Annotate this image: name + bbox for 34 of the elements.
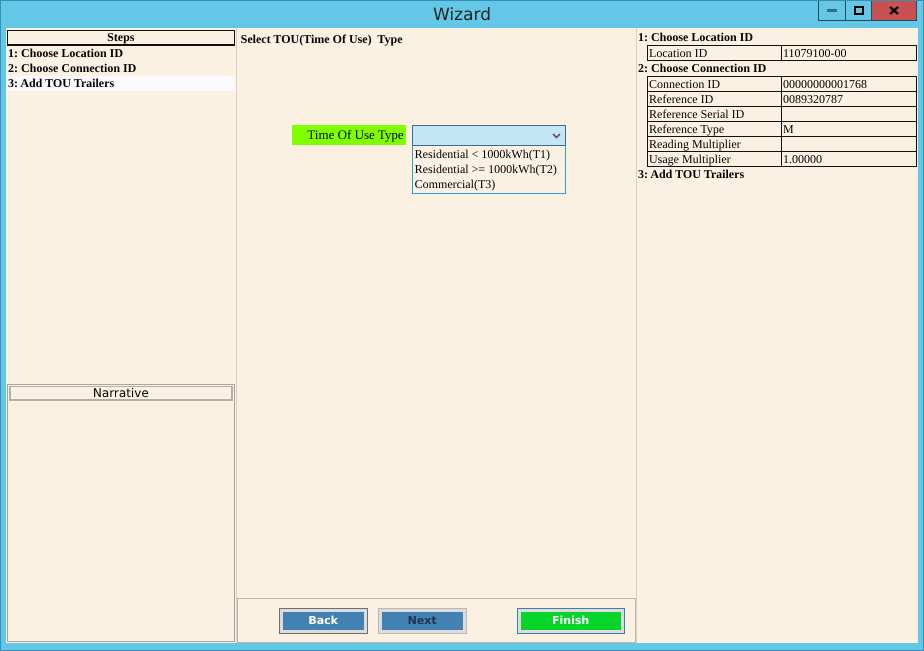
- step-item[interactable]: 1: Choose Location ID: [7, 46, 235, 61]
- table-cell-text: 1.00000: [782, 152, 823, 166]
- close-button[interactable]: [871, 1, 917, 21]
- type-dropdown[interactable]: [412, 125, 566, 146]
- table-cell-text: 11079100-00: [782, 46, 848, 60]
- section-heading: 2: Choose Connection ID: [638, 61, 768, 76]
- table-cell: Reading Multiplier: [648, 137, 782, 151]
- table-cell: Reference ID: [648, 92, 782, 106]
- section-heading: 1: Choose Location ID: [638, 30, 754, 45]
- table-cell: Reference Serial ID: [648, 107, 782, 121]
- table-cell: Reference Type: [648, 122, 782, 136]
- table-cell: Location ID: [648, 46, 782, 60]
- step-item[interactable]: 3: Add TOU Trailers: [7, 76, 235, 91]
- steps-header: Steps: [7, 30, 235, 46]
- table-cell-text: 0089320787: [782, 92, 844, 106]
- minimize-icon: [827, 9, 837, 12]
- page-heading: Select TOU(Time Of Use) Type: [240, 32, 404, 47]
- dropdown-option[interactable]: Commercial(T3): [414, 177, 563, 192]
- table-cell-text: M: [782, 122, 795, 136]
- window-title: Wizard: [433, 4, 491, 24]
- step-item[interactable]: 2: Choose Connection ID: [7, 61, 235, 76]
- dropdown-option[interactable]: Residential < 1000kWh(T1): [414, 147, 563, 162]
- section-heading: 3: Add TOU Trailers: [638, 167, 746, 182]
- maximize-icon: [854, 6, 864, 15]
- nav-button[interactable]: Back: [280, 608, 367, 632]
- table-cell: Connection ID: [648, 77, 782, 91]
- narrative-header: Narrative: [9, 386, 233, 401]
- close-icon: [889, 6, 899, 15]
- table-cell-text: 00000000001768: [782, 77, 868, 91]
- table-cell: Usage Multiplier: [648, 152, 782, 166]
- dropdown-option[interactable]: Residential >= 1000kWh(T2): [414, 162, 563, 177]
- chevron-icon: [552, 132, 561, 138]
- minimize-button[interactable]: [818, 1, 846, 21]
- field-label: Time Of Use Type: [292, 125, 406, 145]
